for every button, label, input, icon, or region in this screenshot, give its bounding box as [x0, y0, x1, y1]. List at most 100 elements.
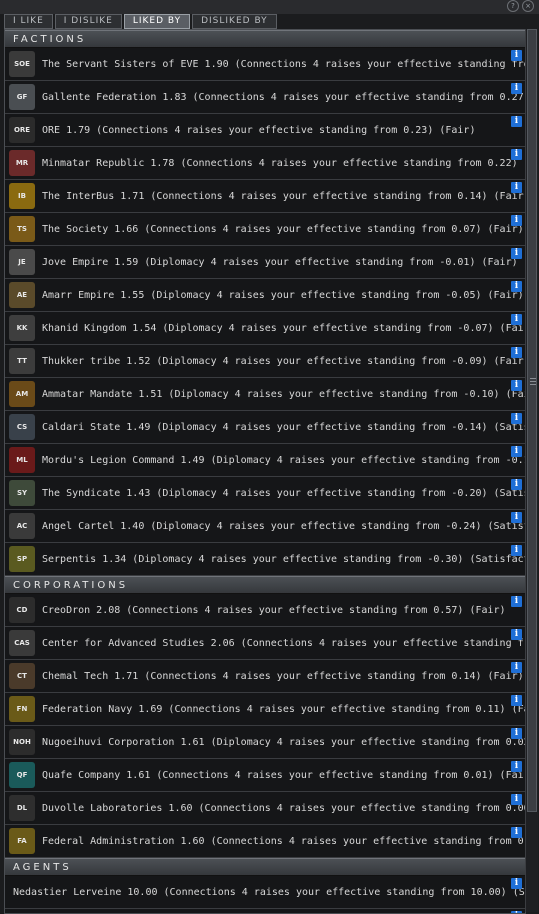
tab-i-dislike[interactable]: I DISLIKE	[54, 14, 122, 29]
standing-row[interactable]: SP Serpentis 1.34 (Diplomacy 4 raises you…	[5, 543, 525, 576]
info-icon[interactable]: i	[511, 629, 522, 640]
scrollbar[interactable]	[525, 29, 538, 912]
entity-logo-icon: CD	[9, 597, 35, 623]
standing-text: Caldari State 1.49 (Diplomacy 4 raises y…	[42, 421, 525, 433]
entity-logo-icon: ML	[9, 447, 35, 473]
info-icon[interactable]: i	[511, 761, 522, 772]
standing-row[interactable]: TT Thukker tribe 1.52 (Diplomacy 4 raises…	[5, 345, 525, 378]
section-title: AGENTS	[13, 862, 72, 873]
entity-logo-icon: SP	[9, 546, 35, 572]
info-icon[interactable]: i	[511, 596, 522, 607]
info-icon[interactable]: i	[511, 695, 522, 706]
info-icon[interactable]: i	[511, 446, 522, 457]
standing-text: Gallente Federation 1.83 (Connections 4 …	[42, 91, 525, 103]
standing-row[interactable]: AM Ammatar Mandate 1.51 (Diplomacy 4 rais…	[5, 378, 525, 411]
standing-text: Duvolle Laboratories 1.60 (Connections 4…	[42, 802, 525, 814]
standing-text: The InterBus 1.71 (Connections 4 raises …	[42, 190, 525, 202]
info-icon[interactable]: i	[511, 380, 522, 391]
tab-disliked-by[interactable]: DISLIKED BY	[192, 14, 277, 29]
standing-row[interactable]: FN Federation Navy 1.69 (Connections 4 ra…	[5, 693, 525, 726]
entity-logo-icon: NOH	[9, 729, 35, 755]
standing-row[interactable]: TS The Society 1.66 (Connections 4 raises…	[5, 213, 525, 246]
standing-row[interactable]: CAS Center for Advanced Studies 2.06 (Con…	[5, 627, 525, 660]
standing-row[interactable]: SY The Syndicate 1.43 (Diplomacy 4 raises…	[5, 477, 525, 510]
section-header-corporations[interactable]: CORPORATIONS	[5, 576, 525, 594]
standing-text: Jove Empire 1.59 (Diplomacy 4 raises you…	[42, 256, 518, 268]
standing-text: Angel Cartel 1.40 (Diplomacy 4 raises yo…	[42, 520, 525, 532]
section-header-factions[interactable]: FACTIONS	[5, 30, 525, 48]
standing-row[interactable]: AC Angel Cartel 1.40 (Diplomacy 4 raises …	[5, 510, 525, 543]
standing-row[interactable]: CD CreoDron 2.08 (Connections 4 raises yo…	[5, 594, 525, 627]
info-icon[interactable]: i	[511, 512, 522, 523]
close-icon[interactable]: ×	[522, 0, 534, 12]
entity-logo-icon: IB	[9, 183, 35, 209]
standing-text: Ammatar Mandate 1.51 (Diplomacy 4 raises…	[42, 388, 525, 400]
standing-row[interactable]: KK Khanid Kingdom 1.54 (Diplomacy 4 raise…	[5, 312, 525, 345]
standing-row[interactable]: CS Caldari State 1.49 (Diplomacy 4 raises…	[5, 411, 525, 444]
standing-row[interactable]: QF Quafe Company 1.61 (Connections 4 rais…	[5, 759, 525, 792]
standing-row[interactable]: AE Amarr Empire 1.55 (Diplomacy 4 raises …	[5, 279, 525, 312]
help-icon[interactable]: ?	[507, 0, 519, 12]
tab-i-like[interactable]: I LIKE	[4, 14, 53, 29]
info-icon[interactable]: i	[511, 794, 522, 805]
info-icon[interactable]: i	[511, 248, 522, 259]
standing-row[interactable]: JE Jove Empire 1.59 (Diplomacy 4 raises y…	[5, 246, 525, 279]
info-icon[interactable]: i	[511, 827, 522, 838]
info-icon[interactable]: i	[511, 413, 522, 424]
scrollbar-thumb[interactable]	[527, 29, 537, 812]
info-icon[interactable]: i	[511, 215, 522, 226]
standing-text: Khanid Kingdom 1.54 (Diplomacy 4 raises …	[42, 322, 525, 334]
entity-logo-icon: CT	[9, 663, 35, 689]
info-icon[interactable]: i	[511, 182, 522, 193]
standing-text: Thukker tribe 1.52 (Diplomacy 4 raises y…	[42, 355, 525, 367]
info-icon[interactable]: i	[511, 545, 522, 556]
standing-row[interactable]: DL Duvolle Laboratories 1.60 (Connections…	[5, 792, 525, 825]
info-icon[interactable]: i	[511, 149, 522, 160]
entity-logo-icon: CAS	[9, 630, 35, 656]
entity-logo-icon: GF	[9, 84, 35, 110]
standing-text: ORE 1.79 (Connections 4 raises your effe…	[42, 124, 476, 136]
tab-liked-by[interactable]: LIKED BY	[123, 14, 191, 29]
window-top-bar: ? ×	[0, 0, 539, 14]
standing-row[interactable]: CT Chemal Tech 1.71 (Connections 4 raises…	[5, 660, 525, 693]
section-title: CORPORATIONS	[13, 580, 129, 591]
info-icon[interactable]: i	[511, 116, 522, 127]
info-icon[interactable]: i	[511, 728, 522, 739]
entity-logo-icon: AM	[9, 381, 35, 407]
section-header-agents[interactable]: AGENTS	[5, 858, 525, 876]
standing-text: Serpentis 1.34 (Diplomacy 4 raises your …	[42, 553, 525, 565]
standing-row[interactable]: ORE ORE 1.79 (Connections 4 raises your e…	[5, 114, 525, 147]
standing-text: The Servant Sisters of EVE 1.90 (Connect…	[42, 58, 525, 70]
info-icon[interactable]: i	[511, 83, 522, 94]
standing-text: CreoDron 2.08 (Connections 4 raises your…	[42, 604, 506, 616]
scroll-grip-line	[530, 378, 536, 379]
standing-row[interactable]: ML Mordu's Legion Command 1.49 (Diplomacy…	[5, 444, 525, 477]
standing-text: Minmatar Republic 1.78 (Connections 4 ra…	[42, 157, 525, 169]
standing-text: Quafe Company 1.61 (Connections 4 raises…	[42, 769, 525, 781]
standing-text: Mordu's Legion Command 1.49 (Diplomacy 4…	[42, 454, 525, 466]
info-icon[interactable]: i	[511, 479, 522, 490]
entity-logo-icon: ORE	[9, 117, 35, 143]
entity-logo-icon: AC	[9, 513, 35, 539]
entity-logo-icon: QF	[9, 762, 35, 788]
standing-row[interactable]: IB The InterBus 1.71 (Connections 4 raise…	[5, 180, 525, 213]
standing-row[interactable]: FA Federal Administration 1.60 (Connectio…	[5, 825, 525, 858]
standing-text: The Society 1.66 (Connections 4 raises y…	[42, 223, 524, 235]
info-icon[interactable]: i	[511, 347, 522, 358]
standing-text: Chemal Tech 1.71 (Connections 4 raises y…	[42, 670, 524, 682]
standing-text: Nugoeihuvi Corporation 1.61 (Diplomacy 4…	[42, 736, 525, 748]
info-icon[interactable]: i	[511, 50, 522, 61]
info-icon[interactable]: i	[511, 662, 522, 673]
entity-logo-icon: CS	[9, 414, 35, 440]
info-icon[interactable]: i	[511, 878, 522, 889]
standing-row[interactable]: GF Gallente Federation 1.83 (Connections …	[5, 81, 525, 114]
standing-row[interactable]: NOH Nugoeihuvi Corporation 1.61 (Diplomac…	[5, 726, 525, 759]
standing-text: Amarr Empire 1.55 (Diplomacy 4 raises yo…	[42, 289, 524, 301]
info-icon[interactable]: i	[511, 314, 522, 325]
entity-logo-icon: TS	[9, 216, 35, 242]
entity-logo-icon: SY	[9, 480, 35, 506]
info-icon[interactable]: i	[511, 281, 522, 292]
standing-row[interactable]: SOE The Servant Sisters of EVE 1.90 (Conn…	[5, 48, 525, 81]
standing-row[interactable]: MR Minmatar Republic 1.78 (Connections 4 …	[5, 147, 525, 180]
standing-row[interactable]: Nedastier Lerveine 10.00 (Connections 4 …	[5, 876, 525, 909]
